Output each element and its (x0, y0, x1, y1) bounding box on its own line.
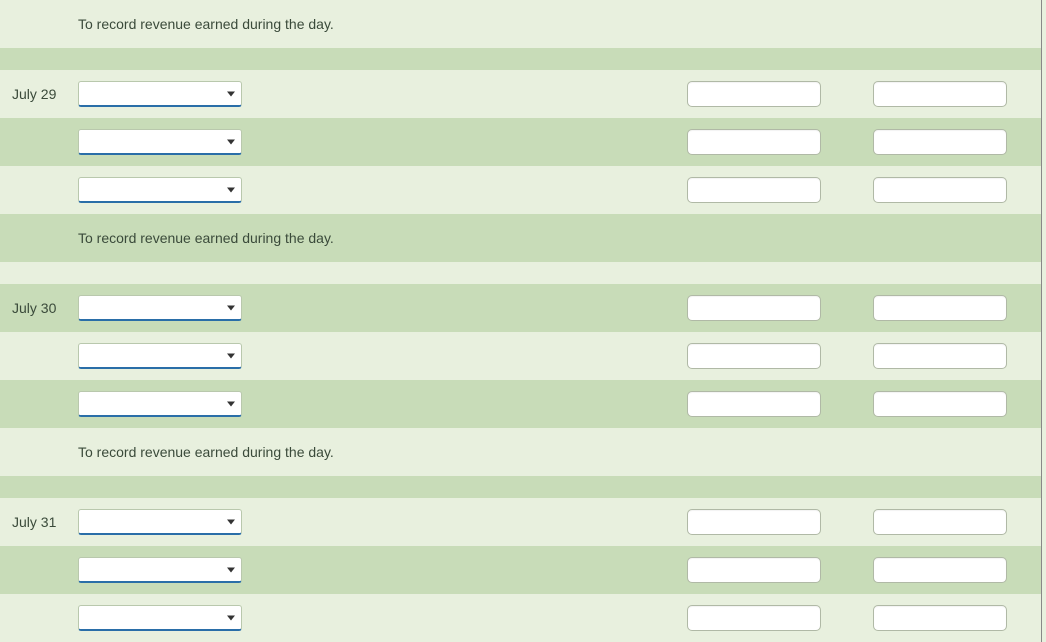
credit-input[interactable] (873, 557, 1007, 583)
account-select[interactable] (78, 391, 242, 417)
account-select[interactable] (78, 295, 242, 321)
journal-line-row (0, 380, 1041, 428)
entry-description: To record revenue earned during the day. (78, 230, 1023, 246)
caret-down-icon (227, 91, 235, 96)
entry-description: To record revenue earned during the day. (78, 444, 1023, 460)
journal-line-row: July 29 (0, 70, 1041, 118)
description-row: To record revenue earned during the day. (0, 214, 1041, 262)
caret-down-icon (227, 353, 235, 358)
credit-input[interactable] (873, 295, 1007, 321)
date-cell: July 31 (12, 514, 78, 530)
separator-row (0, 476, 1041, 498)
journal-line-row (0, 594, 1041, 642)
journal-line-row (0, 332, 1041, 380)
description-row: To record revenue earned during the day. (0, 428, 1041, 476)
caret-down-icon (227, 305, 235, 310)
debit-input[interactable] (687, 509, 821, 535)
credit-input[interactable] (873, 81, 1007, 107)
caret-down-icon (227, 567, 235, 572)
caret-down-icon (227, 519, 235, 524)
journal-entry-table: To record revenue earned during the day.… (0, 0, 1042, 642)
account-select[interactable] (78, 557, 242, 583)
account-select[interactable] (78, 81, 242, 107)
credit-input[interactable] (873, 177, 1007, 203)
caret-down-icon (227, 187, 235, 192)
account-select[interactable] (78, 605, 242, 631)
credit-input[interactable] (873, 391, 1007, 417)
account-select[interactable] (78, 343, 242, 369)
separator-row (0, 48, 1041, 70)
journal-line-row (0, 166, 1041, 214)
debit-input[interactable] (687, 605, 821, 631)
debit-input[interactable] (687, 343, 821, 369)
description-row: To record revenue earned during the day. (0, 0, 1041, 48)
separator-row (0, 262, 1041, 284)
credit-input[interactable] (873, 509, 1007, 535)
caret-down-icon (227, 401, 235, 406)
account-select[interactable] (78, 177, 242, 203)
caret-down-icon (227, 139, 235, 144)
caret-down-icon (227, 615, 235, 620)
debit-input[interactable] (687, 557, 821, 583)
entry-description: To record revenue earned during the day. (78, 16, 1023, 32)
debit-input[interactable] (687, 129, 821, 155)
journal-line-row (0, 546, 1041, 594)
credit-input[interactable] (873, 343, 1007, 369)
journal-line-row (0, 118, 1041, 166)
credit-input[interactable] (873, 605, 1007, 631)
date-cell: July 30 (12, 300, 78, 316)
debit-input[interactable] (687, 295, 821, 321)
debit-input[interactable] (687, 81, 821, 107)
date-cell: July 29 (12, 86, 78, 102)
account-select[interactable] (78, 129, 242, 155)
credit-input[interactable] (873, 129, 1007, 155)
account-select[interactable] (78, 509, 242, 535)
journal-line-row: July 30 (0, 284, 1041, 332)
debit-input[interactable] (687, 177, 821, 203)
debit-input[interactable] (687, 391, 821, 417)
journal-line-row: July 31 (0, 498, 1041, 546)
